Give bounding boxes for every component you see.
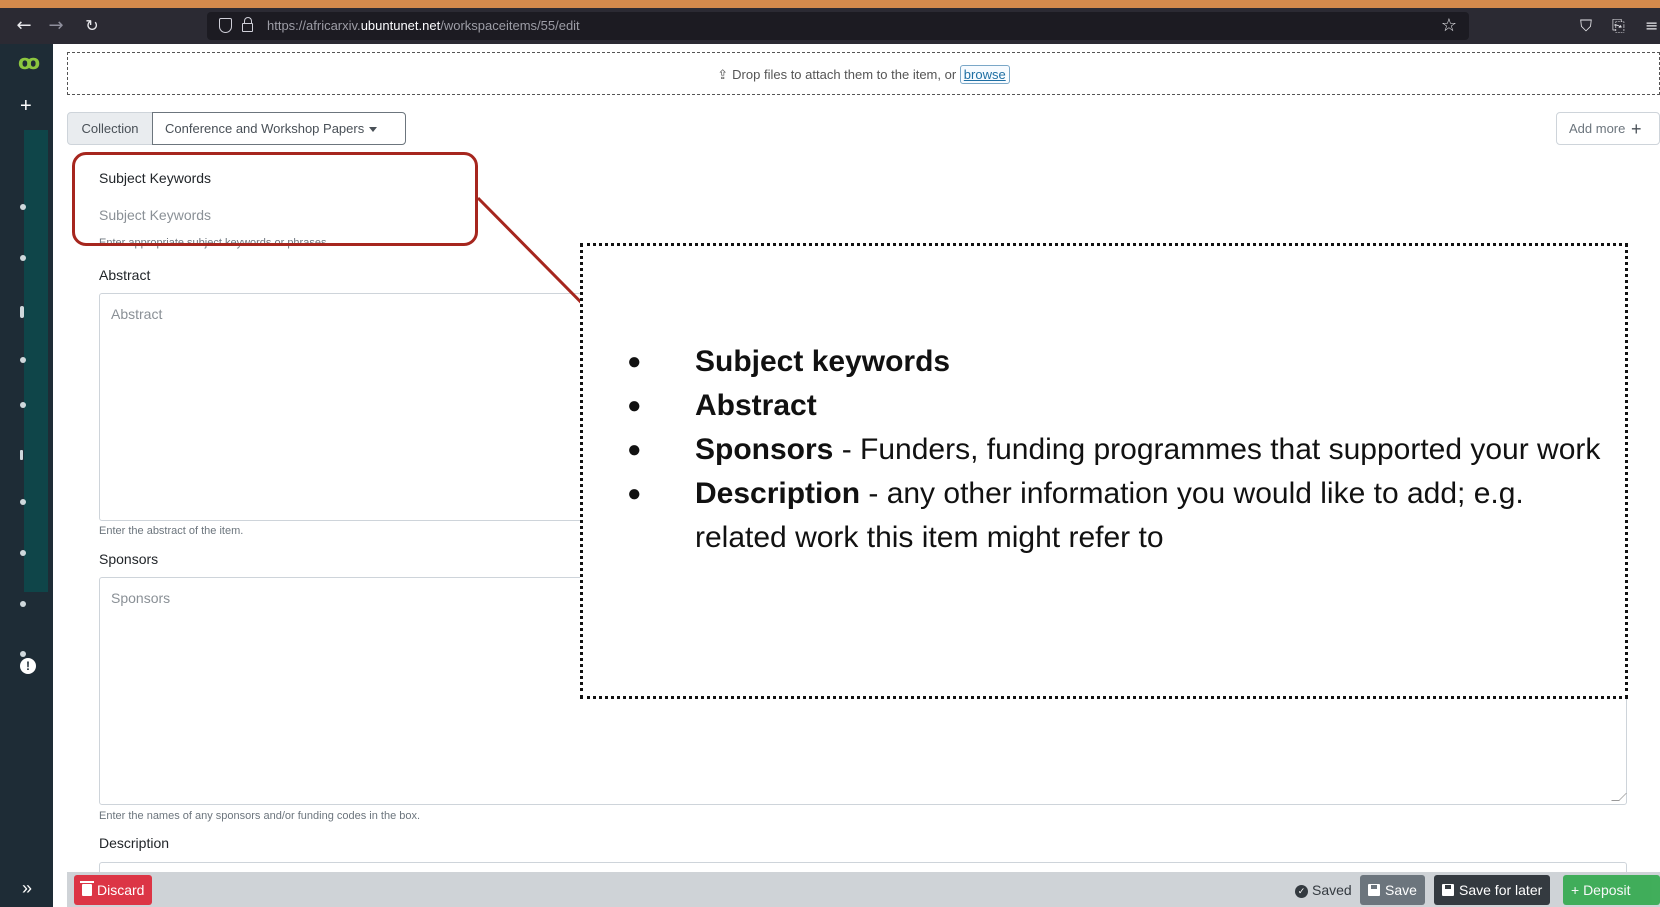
upload-icon: ⇪ — [717, 68, 729, 83]
sidebar-item-icon[interactable] — [20, 651, 26, 657]
sponsors-hint: Enter the names of any sponsors and/or f… — [99, 810, 421, 822]
admin-sidebar: ꝏ + ! » — [0, 44, 53, 907]
new-item-plus-icon[interactable]: + — [20, 96, 32, 116]
plus-icon: + — [1631, 119, 1642, 140]
saved-status: ✓ Saved — [1295, 875, 1352, 905]
pocket-icon[interactable]: ⛉ — [1580, 14, 1592, 38]
back-arrow-icon[interactable]: ← — [12, 14, 36, 38]
deposit-button[interactable]: + Deposit — [1563, 875, 1660, 905]
url-text[interactable]: https://africarxiv.ubuntunet.net/workspa… — [267, 12, 580, 40]
sidebar-item-icon[interactable] — [20, 357, 26, 363]
save-for-later-button[interactable]: Save for later — [1434, 875, 1551, 905]
sidebar-menu-panel[interactable] — [24, 130, 48, 592]
shield-icon[interactable] — [219, 18, 232, 33]
discard-button[interactable]: Discard — [74, 875, 153, 905]
submission-footer: Discard ✓ Saved Save Save for later + Dep… — [67, 872, 1660, 907]
bullet-icon: ● — [627, 436, 642, 463]
caret-down-icon — [369, 127, 378, 133]
bullet-icon: ● — [627, 348, 642, 375]
annotation-list: ● Subject keywords ● Abstract ● Sponsors - … — [583, 340, 1623, 560]
file-dropzone[interactable]: ⇪ Drop files to attach them to the item, … — [67, 52, 1660, 95]
resize-handle-icon[interactable] — [1611, 793, 1627, 801]
annotation-box: ● Subject keywords ● Abstract ● Sponsors - … — [580, 243, 1628, 699]
share-icon[interactable]: ⎘ — [1612, 14, 1625, 38]
bullet-icon: ● — [627, 480, 642, 507]
abstract-hint: Enter the abstract of the item. — [99, 525, 244, 537]
bullet-icon: ● — [627, 392, 642, 419]
address-bar[interactable]: https://africarxiv.ubuntunet.net/workspa… — [207, 12, 1469, 40]
window-top-strip — [0, 0, 1660, 8]
sidebar-item-icon[interactable] — [20, 550, 26, 556]
menu-icon[interactable]: ≡ — [1645, 14, 1658, 38]
sidebar-item-icon[interactable] — [20, 306, 24, 318]
save-disk-icon — [1368, 884, 1380, 897]
trash-icon — [80, 881, 94, 897]
browser-toolbar: ← → ↻ https://africarxiv.ubuntunet.net/w… — [0, 8, 1660, 44]
save-disk-icon — [1442, 884, 1454, 897]
annotation-item: ● Subject keywords — [583, 340, 1623, 384]
forward-arrow-icon[interactable]: → — [44, 14, 68, 38]
sidebar-item-icon[interactable] — [20, 499, 26, 505]
reload-icon[interactable]: ↻ — [80, 14, 104, 38]
annotation-item: ● Sponsors - Funders, funding programmes … — [583, 428, 1623, 472]
dropzone-message: ⇪ Drop files to attach them to the item, … — [68, 65, 1659, 84]
save-button[interactable]: Save — [1360, 875, 1425, 905]
sidebar-item-icon[interactable] — [20, 204, 26, 210]
lock-icon[interactable] — [242, 17, 253, 32]
collection-label: Collection — [67, 112, 153, 145]
abstract-placeholder: Abstract — [111, 306, 163, 322]
sidebar-item-icon[interactable] — [20, 402, 26, 408]
dspace-logo-icon[interactable]: ꝏ — [18, 50, 42, 74]
sponsors-placeholder: Sponsors — [111, 590, 171, 606]
sidebar-item-icon[interactable] — [20, 450, 23, 460]
check-circle-icon: ✓ — [1295, 884, 1308, 898]
annotation-item: ● Description - any other information you… — [583, 472, 1623, 560]
expand-sidebar-icon[interactable]: » — [22, 878, 32, 898]
description-label: Description — [99, 835, 170, 851]
sidebar-item-icon[interactable] — [20, 255, 26, 261]
add-more-button[interactable]: Add more + — [1556, 112, 1660, 145]
abstract-label: Abstract — [99, 267, 151, 283]
sponsors-label: Sponsors — [99, 551, 159, 567]
bookmark-star-icon[interactable]: ☆ — [1441, 14, 1457, 38]
subject-keywords-callout — [72, 152, 478, 246]
sidebar-item-icon[interactable] — [20, 601, 26, 607]
browse-link[interactable]: browse — [959, 65, 1010, 84]
collection-dropdown[interactable]: Conference and Workshop Papers — [152, 112, 406, 145]
annotation-item: ● Abstract — [583, 384, 1623, 428]
info-icon[interactable]: ! — [20, 658, 36, 674]
